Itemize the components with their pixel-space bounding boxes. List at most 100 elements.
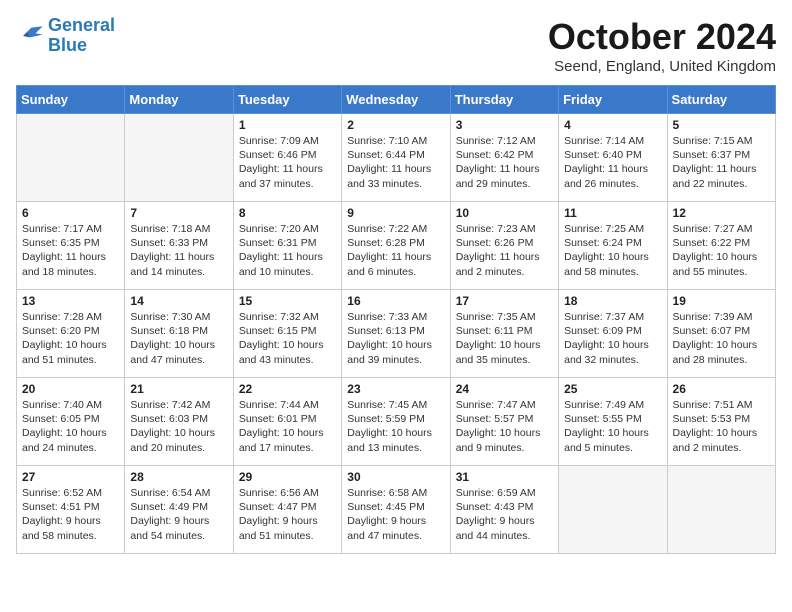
day-number: 11 xyxy=(564,206,661,220)
day-number: 2 xyxy=(347,118,444,132)
day-number: 6 xyxy=(22,206,119,220)
calendar-week-row: 6 Sunrise: 7:17 AM Sunset: 6:35 PM Daylig… xyxy=(17,202,776,290)
table-row: 21 Sunrise: 7:42 AM Sunset: 6:03 PM Dayli… xyxy=(125,378,233,466)
calendar-table: Sunday Monday Tuesday Wednesday Thursday… xyxy=(16,85,776,554)
day-number: 4 xyxy=(564,118,661,132)
day-info: Sunrise: 6:54 AM Sunset: 4:49 PM Dayligh… xyxy=(130,486,227,543)
day-number: 30 xyxy=(347,470,444,484)
table-row: 6 Sunrise: 7:17 AM Sunset: 6:35 PM Daylig… xyxy=(17,202,125,290)
day-number: 7 xyxy=(130,206,227,220)
day-info: Sunrise: 7:15 AM Sunset: 6:37 PM Dayligh… xyxy=(673,134,770,191)
table-row: 23Sunrise: 7:45 AM Sunset: 5:59 PM Dayli… xyxy=(342,378,450,466)
day-info: Sunrise: 7:42 AM Sunset: 6:03 PM Dayligh… xyxy=(130,398,227,455)
day-number: 17 xyxy=(456,294,553,308)
day-info: Sunrise: 6:58 AM Sunset: 4:45 PM Dayligh… xyxy=(347,486,444,543)
day-number: 24 xyxy=(456,382,553,396)
table-row: 13 Sunrise: 7:28 AM Sunset: 6:20 PM Dayli… xyxy=(17,290,125,378)
table-row: 22 Sunrise: 7:44 AM Sunset: 6:01 PM Dayli… xyxy=(233,378,341,466)
calendar-week-row: 20 Sunrise: 7:40 AM Sunset: 6:05 PM Dayli… xyxy=(17,378,776,466)
table-row xyxy=(559,466,667,554)
day-info: Sunrise: 7:25 AM Sunset: 6:24 PM Dayligh… xyxy=(564,222,661,279)
table-row: 7 Sunrise: 7:18 AM Sunset: 6:33 PM Daylig… xyxy=(125,202,233,290)
day-info: Sunrise: 7:47 AM Sunset: 5:57 PM Dayligh… xyxy=(456,398,553,455)
day-info: Sunrise: 7:33 AM Sunset: 6:13 PM Dayligh… xyxy=(347,310,444,367)
table-row: 8Sunrise: 7:20 AM Sunset: 6:31 PM Daylig… xyxy=(233,202,341,290)
day-info: Sunrise: 7:30 AM Sunset: 6:18 PM Dayligh… xyxy=(130,310,227,367)
day-number: 1 xyxy=(239,118,336,132)
table-row xyxy=(667,466,775,554)
table-row: 29Sunrise: 6:56 AM Sunset: 4:47 PM Dayli… xyxy=(233,466,341,554)
table-row: 15 Sunrise: 7:32 AM Sunset: 6:15 PM Dayli… xyxy=(233,290,341,378)
day-info: Sunrise: 7:37 AM Sunset: 6:09 PM Dayligh… xyxy=(564,310,661,367)
day-number: 16 xyxy=(347,294,444,308)
day-number: 8 xyxy=(239,206,336,220)
month-title: October 2024 xyxy=(548,16,776,58)
table-row: 4 Sunrise: 7:14 AM Sunset: 6:40 PM Daylig… xyxy=(559,114,667,202)
table-row: 25 Sunrise: 7:49 AM Sunset: 5:55 PM Dayli… xyxy=(559,378,667,466)
table-row: 24 Sunrise: 7:47 AM Sunset: 5:57 PM Dayli… xyxy=(450,378,558,466)
col-thursday: Thursday xyxy=(450,86,558,114)
table-row: 2Sunrise: 7:10 AM Sunset: 6:44 PM Daylig… xyxy=(342,114,450,202)
table-row: 17Sunrise: 7:35 AM Sunset: 6:11 PM Dayli… xyxy=(450,290,558,378)
day-number: 14 xyxy=(130,294,227,308)
table-row: 11 Sunrise: 7:25 AM Sunset: 6:24 PM Dayli… xyxy=(559,202,667,290)
calendar-week-row: 1 Sunrise: 7:09 AM Sunset: 6:46 PM Daylig… xyxy=(17,114,776,202)
table-row: 31 Sunrise: 6:59 AM Sunset: 4:43 PM Dayli… xyxy=(450,466,558,554)
day-info: Sunrise: 7:27 AM Sunset: 6:22 PM Dayligh… xyxy=(673,222,770,279)
col-friday: Friday xyxy=(559,86,667,114)
day-number: 10 xyxy=(456,206,553,220)
day-info: Sunrise: 6:56 AM Sunset: 4:47 PM Dayligh… xyxy=(239,486,336,543)
col-sunday: Sunday xyxy=(17,86,125,114)
day-info: Sunrise: 6:52 AM Sunset: 4:51 PM Dayligh… xyxy=(22,486,119,543)
col-tuesday: Tuesday xyxy=(233,86,341,114)
day-info: Sunrise: 7:51 AM Sunset: 5:53 PM Dayligh… xyxy=(673,398,770,455)
table-row: 27Sunrise: 6:52 AM Sunset: 4:51 PM Dayli… xyxy=(17,466,125,554)
calendar-header-row: Sunday Monday Tuesday Wednesday Thursday… xyxy=(17,86,776,114)
day-number: 15 xyxy=(239,294,336,308)
logo: General Blue xyxy=(16,16,115,56)
day-info: Sunrise: 7:32 AM Sunset: 6:15 PM Dayligh… xyxy=(239,310,336,367)
day-number: 20 xyxy=(22,382,119,396)
col-wednesday: Wednesday xyxy=(342,86,450,114)
table-row: 18Sunrise: 7:37 AM Sunset: 6:09 PM Dayli… xyxy=(559,290,667,378)
day-number: 25 xyxy=(564,382,661,396)
location-subtitle: Seend, England, United Kingdom xyxy=(548,58,776,75)
day-info: Sunrise: 7:28 AM Sunset: 6:20 PM Dayligh… xyxy=(22,310,119,367)
day-info: Sunrise: 7:49 AM Sunset: 5:55 PM Dayligh… xyxy=(564,398,661,455)
table-row: 30 Sunrise: 6:58 AM Sunset: 4:45 PM Dayli… xyxy=(342,466,450,554)
day-info: Sunrise: 7:14 AM Sunset: 6:40 PM Dayligh… xyxy=(564,134,661,191)
day-info: Sunrise: 7:44 AM Sunset: 6:01 PM Dayligh… xyxy=(239,398,336,455)
calendar-week-row: 27Sunrise: 6:52 AM Sunset: 4:51 PM Dayli… xyxy=(17,466,776,554)
table-row: 19 Sunrise: 7:39 AM Sunset: 6:07 PM Dayli… xyxy=(667,290,775,378)
day-info: Sunrise: 7:18 AM Sunset: 6:33 PM Dayligh… xyxy=(130,222,227,279)
day-number: 21 xyxy=(130,382,227,396)
day-info: Sunrise: 7:12 AM Sunset: 6:42 PM Dayligh… xyxy=(456,134,553,191)
col-saturday: Saturday xyxy=(667,86,775,114)
table-row: 10Sunrise: 7:23 AM Sunset: 6:26 PM Dayli… xyxy=(450,202,558,290)
table-row: 14 Sunrise: 7:30 AM Sunset: 6:18 PM Dayli… xyxy=(125,290,233,378)
day-number: 23 xyxy=(347,382,444,396)
day-info: Sunrise: 7:39 AM Sunset: 6:07 PM Dayligh… xyxy=(673,310,770,367)
title-block: October 2024 Seend, England, United King… xyxy=(548,16,776,75)
day-number: 13 xyxy=(22,294,119,308)
day-info: Sunrise: 7:40 AM Sunset: 6:05 PM Dayligh… xyxy=(22,398,119,455)
logo-text-line2: Blue xyxy=(48,36,115,56)
day-info: Sunrise: 7:22 AM Sunset: 6:28 PM Dayligh… xyxy=(347,222,444,279)
table-row xyxy=(125,114,233,202)
day-info: Sunrise: 6:59 AM Sunset: 4:43 PM Dayligh… xyxy=(456,486,553,543)
table-row: 3Sunrise: 7:12 AM Sunset: 6:42 PM Daylig… xyxy=(450,114,558,202)
logo-icon xyxy=(16,22,44,50)
day-number: 19 xyxy=(673,294,770,308)
table-row: 5 Sunrise: 7:15 AM Sunset: 6:37 PM Daylig… xyxy=(667,114,775,202)
day-number: 31 xyxy=(456,470,553,484)
logo-text-line1: General xyxy=(48,16,115,36)
day-number: 22 xyxy=(239,382,336,396)
day-info: Sunrise: 7:09 AM Sunset: 6:46 PM Dayligh… xyxy=(239,134,336,191)
day-number: 5 xyxy=(673,118,770,132)
table-row: 16 Sunrise: 7:33 AM Sunset: 6:13 PM Dayli… xyxy=(342,290,450,378)
table-row: 26Sunrise: 7:51 AM Sunset: 5:53 PM Dayli… xyxy=(667,378,775,466)
day-info: Sunrise: 7:17 AM Sunset: 6:35 PM Dayligh… xyxy=(22,222,119,279)
table-row xyxy=(17,114,125,202)
table-row: 1 Sunrise: 7:09 AM Sunset: 6:46 PM Daylig… xyxy=(233,114,341,202)
page-header: General Blue October 2024 Seend, England… xyxy=(16,16,776,75)
